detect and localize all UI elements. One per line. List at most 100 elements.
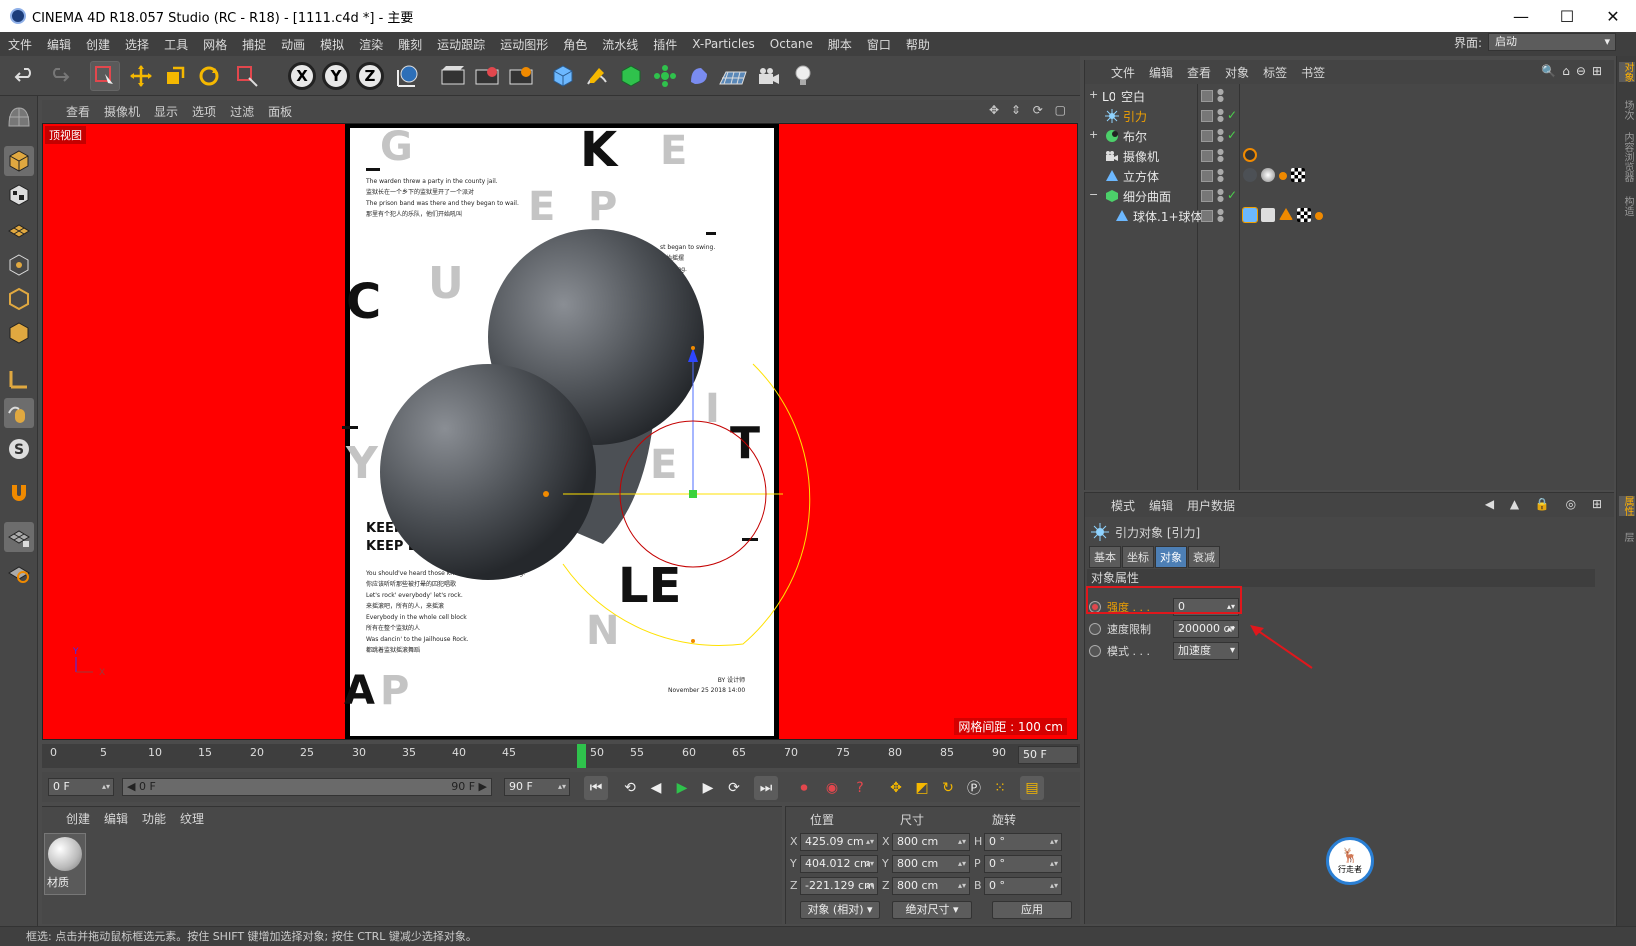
key-scale-icon[interactable]: ◩ [910,776,934,800]
tab-falloff[interactable]: 衰减 [1188,546,1220,568]
polygons-mode-icon[interactable] [4,318,34,348]
side-tab-structure[interactable]: 构造 [1619,196,1635,216]
side-tab-attributes[interactable]: 属性 [1619,496,1635,516]
maximize-button[interactable]: ☐ [1544,0,1590,32]
start-frame-field[interactable]: 0 F ▴▾ [48,778,114,796]
menu-mesh[interactable]: 网格 [203,36,227,53]
menu-simulate[interactable]: 模拟 [320,36,344,53]
size-mode-dropdown[interactable]: 绝对尺寸 ▾ [892,901,972,919]
apply-button[interactable]: 应用 [992,901,1072,919]
menu-script[interactable]: 脚本 [828,36,852,53]
viewport-menu-display[interactable]: 显示 [154,103,178,120]
magnet-icon[interactable] [4,478,34,508]
coordinate-system-icon[interactable] [392,61,422,91]
viewport-nav-icons[interactable]: ✥ ⇕ ⟳ ▢ [989,103,1070,117]
edges-mode-icon[interactable] [4,284,34,314]
menu-motion-tracking[interactable]: 运动跟踪 [437,36,485,53]
side-tab-takes[interactable]: 场次 [1619,100,1635,120]
material-menu-edit[interactable]: 编辑 [104,810,128,827]
timeline-window-icon[interactable]: ▤ [1020,776,1044,800]
attribute-menu-userdata[interactable]: 用户数据 [1187,497,1235,514]
menu-file[interactable]: 文件 [8,36,32,53]
menu-help[interactable]: 帮助 [906,36,930,53]
menu-render[interactable]: 渲染 [359,36,383,53]
speed-limit-field[interactable]: 200000 cr ▴▾ [1173,620,1239,638]
menu-pipeline[interactable]: 流水线 [602,36,638,53]
viewport-menu-options[interactable]: 选项 [192,103,216,120]
cloner-icon[interactable] [650,61,680,91]
render-settings-icon[interactable] [506,61,536,91]
side-tab-objects[interactable]: 对象 [1619,62,1635,82]
menu-tools[interactable]: 工具 [164,36,188,53]
viewport-menu-filter[interactable]: 过滤 [230,103,254,120]
previous-frame-icon[interactable]: ◀ [644,776,668,800]
timeline-ruler[interactable]: 0 5 10 15 20 25 30 35 40 45 50 55 60 65 … [42,744,1080,768]
move-icon[interactable] [126,61,156,91]
go-to-start-icon[interactable]: ⏮ [584,776,608,800]
next-frame-icon[interactable]: ▶ [696,776,720,800]
rotation-p-field[interactable]: 0 ° ▴▾ [984,855,1062,873]
end-frame-field[interactable]: 90 F ▴▾ [504,778,570,796]
keyframe-selection-icon[interactable]: ? [848,776,872,800]
layout-dropdown[interactable]: 启动 [1488,33,1616,51]
menu-mograph[interactable]: 运动图形 [500,36,548,53]
rotate-icon[interactable] [194,61,224,91]
autokey-icon[interactable]: ◉ [820,776,844,800]
recent-tools-icon[interactable] [232,61,262,91]
object-menu-objects[interactable]: 对象 [1225,64,1249,81]
rotation-b-field[interactable]: 0 ° ▴▾ [984,877,1062,895]
render-view-icon[interactable] [438,61,468,91]
camera-icon[interactable] [754,61,784,91]
material-menu-function[interactable]: 功能 [142,810,166,827]
tab-basic[interactable]: 基本 [1089,546,1121,568]
menu-animate[interactable]: 动画 [281,36,305,53]
frame-range-slider[interactable]: ◀ 0 F 90 F ▶ [122,778,492,796]
points-mode-icon[interactable] [4,250,34,280]
mode-dropdown[interactable]: 加速度 ▾ [1173,642,1239,660]
position-y-field[interactable]: 404.012 cm ▴▾ [800,855,878,873]
object-row-boole[interactable]: + 布尔 ● ● ✓ [1085,126,1615,146]
undo-icon[interactable] [10,61,40,91]
menu-snap[interactable]: 捕捉 [242,36,266,53]
side-tab-content-browser[interactable]: 内容浏览器 [1619,132,1635,182]
key-pla-icon[interactable]: ⁙ [988,776,1012,800]
model-mode-icon[interactable] [4,146,34,176]
deformer-icon[interactable] [684,61,714,91]
key-rotation-icon[interactable]: ↻ [936,776,960,800]
mode-animate-button[interactable] [1089,645,1101,657]
object-row-null[interactable]: + L0 空白 ● ● [1085,86,1615,106]
object-manager-search-icons[interactable]: 🔍⌂⊖⊞ [1541,64,1608,78]
object-menu-tags[interactable]: 标签 [1263,64,1287,81]
object-menu-view[interactable]: 查看 [1187,64,1211,81]
go-to-end-icon[interactable]: ⏭ [754,776,778,800]
redo-icon[interactable] [44,61,74,91]
object-row-cube[interactable]: 立方体 ● ● [1085,166,1615,186]
axis-mode-icon[interactable] [4,364,34,394]
timeline-end-field[interactable]: 50 F [1018,746,1078,764]
position-z-field[interactable]: -221.129 cm ▴▾ [800,877,878,895]
menu-x-particles[interactable]: X-Particles [692,37,755,51]
rotation-h-field[interactable]: 0 ° ▴▾ [984,833,1062,851]
y-axis-lock-button[interactable]: Y [322,62,350,90]
previous-keyframe-icon[interactable]: ⟲ [618,776,642,800]
top-viewport[interactable]: 顶视图 G K E E P U C Y E I T LE N P A The w… [42,123,1078,740]
attribute-menu-edit[interactable]: 编辑 [1149,497,1173,514]
viewport-menu-panel[interactable]: 面板 [268,103,292,120]
object-menu-edit[interactable]: 编辑 [1149,64,1173,81]
make-editable-icon[interactable] [4,102,34,132]
workplane-mode-icon[interactable] [4,214,34,244]
close-button[interactable]: ✕ [1590,0,1636,32]
viewport-menu-cameras[interactable]: 摄像机 [104,103,140,120]
z-axis-lock-button[interactable]: Z [356,62,384,90]
menu-window[interactable]: 窗口 [867,36,891,53]
subdivision-surface-icon[interactable] [616,61,646,91]
menu-select[interactable]: 选择 [125,36,149,53]
viewport-menu-view[interactable]: 查看 [66,103,90,120]
render-picture-viewer-icon[interactable] [472,61,502,91]
x-axis-lock-button[interactable]: X [288,62,316,90]
scale-icon[interactable] [160,61,190,91]
floor-icon[interactable] [718,61,748,91]
record-keys-icon[interactable]: ⏺ [792,776,816,800]
light-icon[interactable] [788,61,818,91]
side-tab-layers[interactable]: 层 [1619,532,1635,542]
